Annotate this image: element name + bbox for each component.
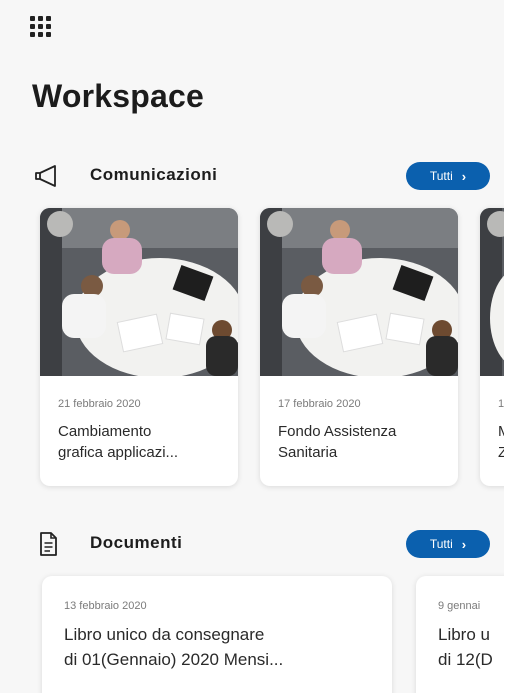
all-button-label: Tutti — [429, 537, 453, 551]
page-title: Workspace — [32, 78, 204, 114]
documents-all-button[interactable]: Tutti › — [406, 530, 490, 558]
workspace-screen: Workspace Comunicazioni Tutti › 21 febbr… — [0, 0, 510, 693]
section-title-communications: Comunicazioni — [90, 165, 218, 184]
screen-edge — [504, 0, 510, 693]
document-date: 9 gennai — [438, 600, 481, 612]
meeting-photo — [40, 208, 238, 376]
communications-all-button[interactable]: Tutti › — [406, 162, 490, 190]
meeting-photo — [260, 208, 458, 376]
document-date: 13 febbraio 2020 — [64, 600, 147, 612]
document-icon — [40, 532, 57, 556]
chevron-right-icon: › — [461, 536, 467, 552]
card-title: Cambiamento grafica applicazi... — [58, 423, 179, 461]
megaphone-icon — [35, 165, 56, 187]
documents-header: Documenti Tutti › — [34, 528, 504, 560]
communications-header: Comunicazioni Tutti › — [34, 160, 504, 192]
card-date: 21 febbraio 2020 — [58, 398, 141, 410]
document-title: Libro unico da consegnare di 01(Gennaio)… — [64, 625, 284, 669]
chevron-right-icon: › — [461, 168, 467, 184]
communication-card[interactable]: 21 febbraio 2020 Cambiamento grafica app… — [40, 208, 238, 486]
document-card[interactable]: 13 febbraio 2020 Libro unico da consegna… — [42, 576, 392, 693]
document-card[interactable]: 9 gennai Libro u di 12(D — [416, 576, 510, 693]
card-title: Fondo Assistenza Sanitaria — [278, 423, 397, 461]
document-title: Libro u di 12(D — [438, 625, 493, 669]
communication-card[interactable]: 17 febbraio 2020 Fondo Assistenza Sanita… — [260, 208, 458, 486]
section-title-documents: Documenti — [90, 533, 183, 552]
grid-menu-icon[interactable] — [30, 16, 58, 44]
all-button-label: Tutti — [429, 169, 453, 183]
card-date: 17 febbraio 2020 — [278, 398, 361, 410]
